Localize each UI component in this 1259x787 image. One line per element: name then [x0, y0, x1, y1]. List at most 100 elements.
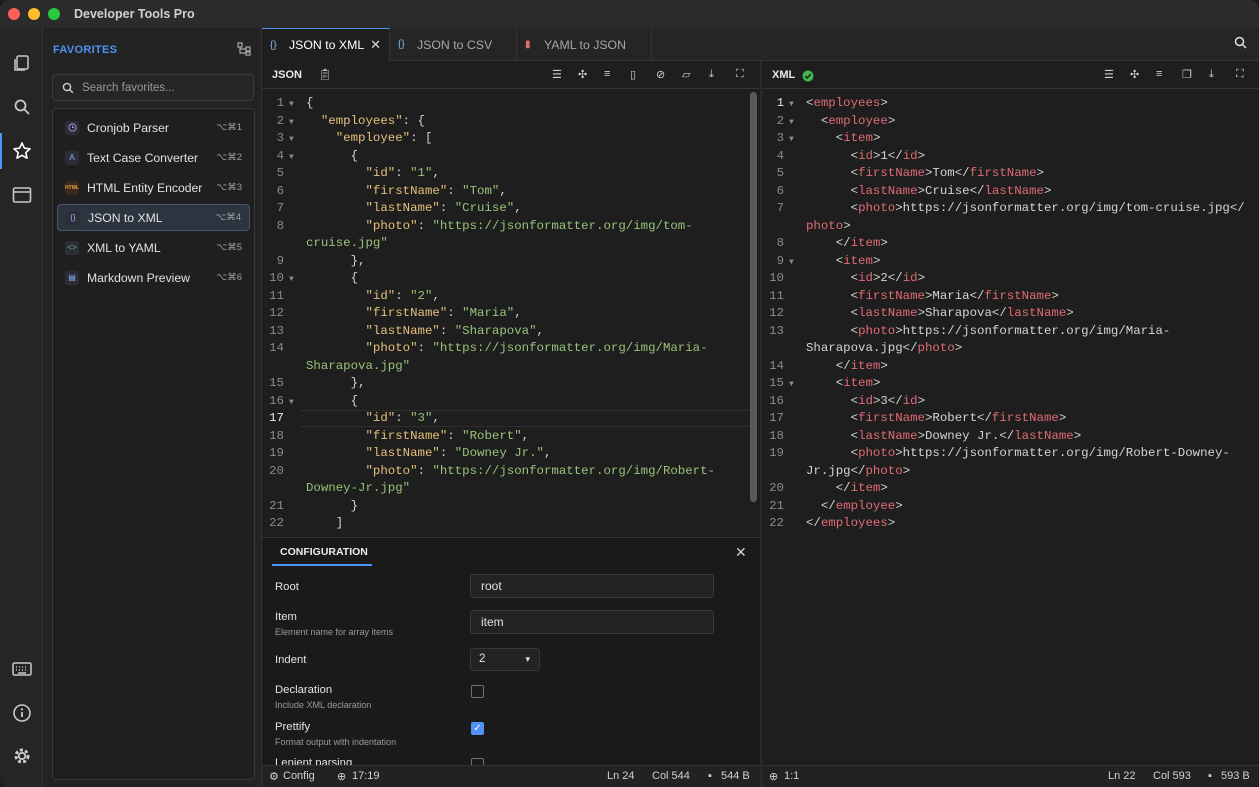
- declaration-checkbox[interactable]: [471, 685, 484, 698]
- line-number: 13: [269, 323, 284, 338]
- favorite-item-markdown-preview[interactable]: ▤ Markdown Preview ⌥⌘6: [57, 264, 250, 291]
- fold-toggle-icon[interactable]: ▼: [789, 376, 794, 394]
- favorite-label: JSON to XML: [88, 210, 163, 225]
- line-number: 13: [769, 323, 784, 338]
- fold-toggle-icon[interactable]: ▼: [789, 96, 794, 114]
- download-icon[interactable]: ⤓: [1209, 68, 1214, 81]
- fullscreen-icon[interactable]: ⛶: [736, 68, 744, 81]
- fold-toggle-icon[interactable]: ▼: [289, 271, 294, 289]
- close-icon[interactable]: ✕: [735, 544, 747, 561]
- line-number: 7: [276, 201, 284, 215]
- fold-toggle-icon[interactable]: ▼: [289, 96, 294, 114]
- indent-value: 2: [479, 653, 486, 665]
- line-number: 9: [776, 253, 784, 268]
- favorite-shortcut: ⌥⌘4: [215, 212, 241, 223]
- line-number: 12: [769, 306, 784, 320]
- item-input[interactable]: item: [470, 610, 714, 634]
- download-icon[interactable]: ⤓: [709, 68, 714, 81]
- tab-yaml-to-json[interactable]: ▮ YAML to JSON: [517, 28, 652, 61]
- expand-icon[interactable]: ✣: [578, 68, 587, 81]
- zoom-window-button[interactable]: [48, 8, 60, 20]
- fold-toggle-icon[interactable]: ▼: [289, 149, 294, 167]
- search-icon[interactable]: [1234, 36, 1247, 52]
- indent-select[interactable]: 2 ▾: [470, 648, 540, 671]
- tab-json-to-xml[interactable]: {} JSON to XML ✕: [262, 28, 390, 61]
- line-status: Ln 22: [1108, 770, 1136, 782]
- align-left-icon[interactable]: ☰: [1104, 68, 1114, 81]
- json-pane-header: JSON 📋︎ ☰ ✣ ≡ ▯ ⊘ ▱ ⤓ ⛶: [262, 61, 760, 89]
- favorites-header: FAVORITES: [53, 44, 118, 56]
- file-add-icon[interactable]: ▱: [682, 68, 690, 81]
- favorite-item-xml-to-yaml[interactable]: <> XML to YAML ⌥⌘5: [57, 234, 250, 261]
- code-line: <lastName>Sharapova</lastName>: [806, 306, 1074, 320]
- book-icon[interactable]: [11, 52, 33, 74]
- star-icon[interactable]: [11, 140, 33, 162]
- favorite-item-json-to-xml[interactable]: {} JSON to XML ⌥⌘4: [57, 204, 250, 231]
- favorite-item-text-case-converter[interactable]: A Text Case Converter ⌥⌘2: [57, 144, 250, 171]
- code-line: <item>: [806, 376, 881, 390]
- line-number: 15: [769, 376, 784, 390]
- keyboard-icon[interactable]: [11, 658, 33, 680]
- gear-icon[interactable]: [11, 745, 33, 767]
- json-editor-scrollbar[interactable]: [750, 92, 757, 502]
- fold-toggle-icon[interactable]: ▼: [789, 254, 794, 272]
- info-icon[interactable]: [11, 702, 33, 724]
- chevron-down-icon: ▾: [525, 654, 530, 664]
- document-icon[interactable]: ▯: [630, 68, 636, 81]
- favorite-item-html-entity-encoder[interactable]: HTML HTML Entity Encoder ⌥⌘3: [57, 174, 250, 201]
- gear-icon[interactable]: ⚙: [269, 770, 279, 783]
- cursor-position-status: 1:1: [784, 770, 800, 782]
- compact-icon[interactable]: ≡: [1156, 68, 1162, 80]
- fold-toggle-icon[interactable]: ▼: [789, 114, 794, 132]
- close-tab-icon[interactable]: ✕: [370, 37, 381, 53]
- fold-toggle-icon[interactable]: ▼: [289, 394, 294, 412]
- favorite-label: Cronjob Parser: [87, 120, 169, 135]
- code-line: "firstName": "Tom",: [365, 183, 507, 198]
- tab-json-to-csv[interactable]: {} JSON to CSV: [390, 28, 517, 61]
- compact-icon[interactable]: ≡: [604, 68, 610, 80]
- rail-selection-indicator: [0, 133, 2, 169]
- search-icon[interactable]: [11, 96, 33, 118]
- favorite-item-cronjob-parser[interactable]: Cronjob Parser ⌥⌘1: [57, 114, 250, 141]
- prettify-label: Prettify: [275, 721, 311, 733]
- clipboard-icon[interactable]: 📋︎: [318, 68, 332, 81]
- favorite-shortcut: ⌥⌘5: [216, 242, 242, 253]
- json-icon: {}: [270, 39, 277, 51]
- config-status[interactable]: Config: [283, 770, 315, 782]
- favorites-search-input[interactable]: [82, 81, 252, 94]
- copy-icon[interactable]: ❐: [1182, 68, 1192, 81]
- line-number: 8: [776, 236, 784, 250]
- code-line: "lastName": "Downey Jr.",: [365, 446, 552, 460]
- window-icon[interactable]: [11, 184, 33, 206]
- favorite-label: XML to YAML: [87, 240, 161, 255]
- hierarchy-icon[interactable]: [237, 42, 251, 59]
- favorite-label: Text Case Converter: [87, 150, 199, 165]
- prettify-checkbox[interactable]: ✓: [471, 722, 484, 735]
- expand-icon[interactable]: ✣: [1130, 68, 1139, 81]
- code-line: "lastName": "Cruise",: [365, 201, 522, 215]
- json-editor[interactable]: 1 ▼ {2 ▼ "employees": {3 ▼ "employee": [4 ▼ {…: [262, 95, 748, 537]
- align-left-icon[interactable]: ☰: [552, 68, 562, 81]
- code-line: <lastName>Downey Jr.</lastName>: [806, 428, 1082, 443]
- fold-toggle-icon[interactable]: ▼: [789, 131, 794, 149]
- column-status: Col 544: [652, 770, 690, 782]
- lenient-parsing-checkbox[interactable]: [471, 758, 484, 765]
- favorite-shortcut: ⌥⌘2: [216, 152, 242, 163]
- xml-editor[interactable]: 1 ▼ <employees> 2 ▼ <employee> 3 ▼ <item> 4 <id…: [762, 95, 1259, 535]
- fold-toggle-icon[interactable]: ▼: [289, 114, 294, 132]
- moon-icon[interactable]: [11, 614, 33, 636]
- close-window-button[interactable]: [8, 8, 20, 20]
- configuration-tab[interactable]: CONFIGURATION: [280, 546, 368, 558]
- root-input[interactable]: root: [470, 574, 714, 598]
- code-line: "id": "2",: [365, 288, 440, 303]
- line-number: 1: [776, 96, 784, 110]
- code-line: <photo>https://jsonformatter.org/img/Mar…: [806, 323, 1171, 338]
- link-icon[interactable]: ⊘: [656, 68, 665, 81]
- fold-toggle-icon[interactable]: ▼: [289, 131, 294, 149]
- line-number: 11: [269, 288, 284, 303]
- line-number: 10: [269, 271, 284, 285]
- code-line: Downey-Jr.jpg": [306, 481, 411, 495]
- fullscreen-icon[interactable]: ⛶: [1236, 68, 1244, 81]
- minimize-window-button[interactable]: [28, 8, 40, 20]
- line-number: 22: [769, 516, 784, 530]
